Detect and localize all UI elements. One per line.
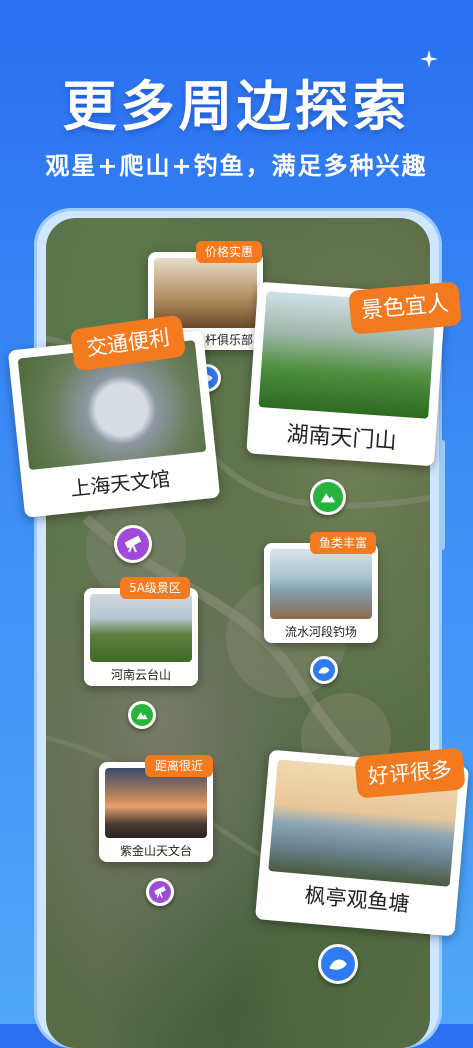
page-subtitle: 观星+爬山+钓鱼，满足多种兴趣 bbox=[45, 152, 428, 180]
spot-tag: 价格实惠 bbox=[196, 241, 262, 263]
spot-name: 湖南天门山 bbox=[285, 422, 398, 455]
spot-name: 流水河段钓场 bbox=[284, 625, 357, 639]
telescope-pin-icon[interactable] bbox=[114, 525, 152, 563]
spot-name: 河南云台山 bbox=[110, 668, 171, 682]
page-title: 更多周边探索 bbox=[62, 75, 411, 138]
telescope-pin-icon[interactable] bbox=[146, 878, 174, 906]
sparkle-icon bbox=[420, 50, 438, 68]
mountain-pin-icon[interactable] bbox=[128, 701, 156, 729]
fish-pin-icon[interactable] bbox=[310, 656, 338, 684]
fish-pin-icon[interactable] bbox=[318, 944, 358, 984]
spot-tag: 景色宜人 bbox=[348, 281, 462, 335]
spot-tag: 距离很近 bbox=[145, 755, 213, 777]
fishing-photo bbox=[270, 549, 372, 619]
spot-tag: 5A级景区 bbox=[120, 577, 190, 599]
spot-card-yuntai[interactable]: 河南云台山 bbox=[84, 588, 198, 686]
phone-side-button bbox=[440, 440, 445, 550]
yuntai-photo bbox=[90, 594, 192, 662]
zijin-photo bbox=[105, 768, 207, 838]
spot-card-fishing[interactable]: 流水河段钓场 bbox=[264, 543, 378, 643]
mountain-pin-icon[interactable] bbox=[310, 479, 346, 515]
spot-name: 紫金山天文台 bbox=[119, 844, 192, 858]
spot-card-zijin[interactable]: 紫金山天文台 bbox=[99, 762, 213, 862]
spot-tag: 鱼类丰富 bbox=[310, 532, 376, 554]
